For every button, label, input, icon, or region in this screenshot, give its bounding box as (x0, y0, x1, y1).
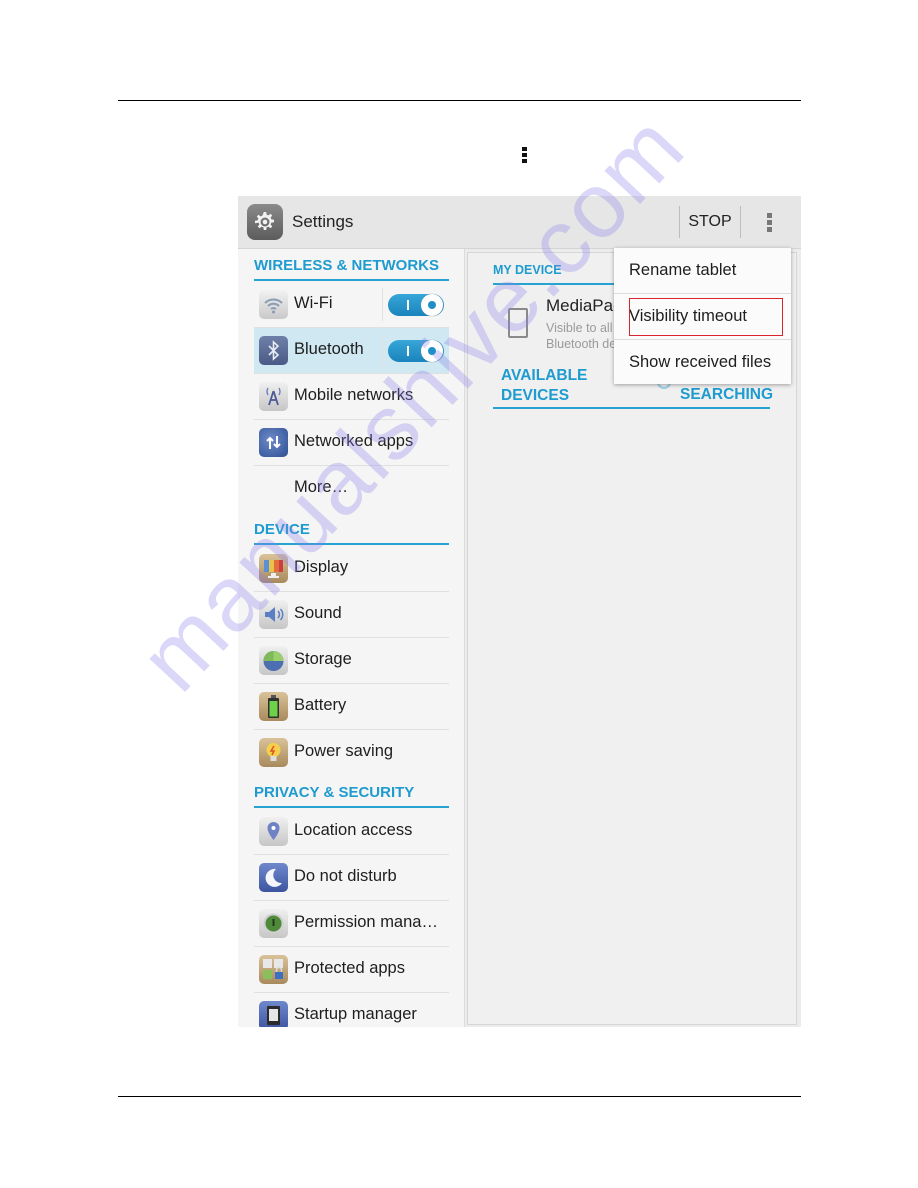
wifi-icon (259, 290, 288, 319)
sidebar-item-label: Wi-Fi (294, 294, 333, 312)
divider (679, 206, 680, 238)
overflow-menu-icon (522, 147, 527, 165)
sidebar-item-permission-manager[interactable]: Permission mana… (254, 901, 449, 947)
available-line1: AVAILABLE (501, 367, 588, 384)
sidebar-item-label: Protected apps (294, 959, 405, 977)
sidebar-item-label: More… (294, 478, 349, 496)
sidebar-item-label: Startup manager (294, 1005, 417, 1023)
sidebar-item-do-not-disturb[interactable]: Do not disturb (254, 855, 449, 901)
section-header-available-devices: AVAILABLE DEVICES (501, 366, 587, 406)
sidebar-item-more[interactable]: More… (254, 466, 449, 511)
moon-icon (259, 863, 288, 892)
divider (740, 206, 741, 238)
bluetooth-toggle[interactable] (388, 340, 444, 362)
sidebar-item-bluetooth[interactable]: Bluetooth (254, 328, 449, 374)
sidebar-item-label: Bluetooth (294, 340, 364, 358)
overflow-menu-button[interactable] (753, 206, 785, 238)
app-title: Settings (292, 212, 354, 231)
sidebar-item-label: Battery (294, 696, 347, 714)
settings-gear-icon (247, 204, 283, 240)
tablet-icon (508, 308, 528, 338)
section-header-privacy: PRIVACY & SECURITY (254, 784, 449, 808)
sidebar-item-label: Mobile networks (294, 386, 414, 404)
sidebar-item-storage[interactable]: Storage (254, 638, 449, 684)
section-underline (493, 407, 770, 409)
overflow-popup-menu: Rename tablet Visibility timeout Show re… (614, 248, 791, 384)
permission-shield-icon (259, 909, 288, 938)
page-bottom-rule (118, 1096, 801, 1097)
settings-sidebar: WIRELESS & NETWORKS Wi-Fi Bluetooth Mobi… (238, 249, 465, 1027)
battery-icon (259, 692, 288, 721)
sidebar-item-wifi[interactable]: Wi-Fi (254, 282, 449, 328)
antenna-icon (259, 382, 288, 411)
globe-arrows-icon (259, 428, 288, 457)
sidebar-item-label: Display (294, 558, 349, 576)
speaker-icon (259, 600, 288, 629)
sidebar-item-label: Networked apps (294, 432, 414, 450)
sidebar-item-label: Permission mana… (294, 913, 438, 931)
menu-item-show-received-files[interactable]: Show received files (614, 340, 791, 385)
startup-manager-icon (259, 1001, 288, 1027)
annotation-highlight-box (629, 298, 783, 336)
page-top-rule (118, 100, 801, 101)
divider (382, 288, 383, 321)
pie-chart-icon (259, 646, 288, 675)
sidebar-item-display[interactable]: Display (254, 546, 449, 592)
overflow-menu-icon (766, 212, 772, 218)
sidebar-item-label: Storage (294, 650, 352, 668)
bluetooth-icon (259, 336, 288, 365)
menu-item-rename-tablet[interactable]: Rename tablet (614, 248, 791, 293)
sidebar-item-power-saving[interactable]: Power saving (254, 730, 449, 775)
wifi-toggle[interactable] (388, 294, 444, 316)
location-pin-icon (259, 817, 288, 846)
sidebar-item-label: Sound (294, 604, 342, 622)
settings-screenshot: Settings STOP WIRELESS & NETWORKS Wi-Fi … (238, 196, 801, 1027)
sidebar-item-protected-apps[interactable]: Protected apps (254, 947, 449, 993)
action-bar: Settings STOP (238, 196, 801, 249)
lock-apps-icon (259, 955, 288, 984)
sidebar-item-networked-apps[interactable]: Networked apps (254, 420, 449, 466)
divider (382, 334, 383, 367)
sidebar-item-mobile-networks[interactable]: Mobile networks (254, 374, 449, 420)
searching-button[interactable]: SEARCHING (680, 386, 773, 404)
available-line2: DEVICES (501, 387, 570, 404)
sidebar-item-battery[interactable]: Battery (254, 684, 449, 730)
display-icon (259, 554, 288, 583)
sidebar-item-label: Do not disturb (294, 867, 397, 885)
sidebar-item-label: Location access (294, 821, 413, 839)
sidebar-item-sound[interactable]: Sound (254, 592, 449, 638)
device-name[interactable]: MediaPad (546, 296, 623, 316)
stop-button[interactable]: STOP (681, 196, 739, 248)
sidebar-item-label: Power saving (294, 742, 394, 760)
lightbulb-icon (259, 738, 288, 767)
section-header-wireless: WIRELESS & NETWORKS (254, 257, 449, 281)
sidebar-item-location-access[interactable]: Location access (254, 809, 449, 855)
sidebar-item-startup-manager[interactable]: Startup manager (254, 993, 449, 1027)
section-header-device: DEVICE (254, 521, 449, 545)
